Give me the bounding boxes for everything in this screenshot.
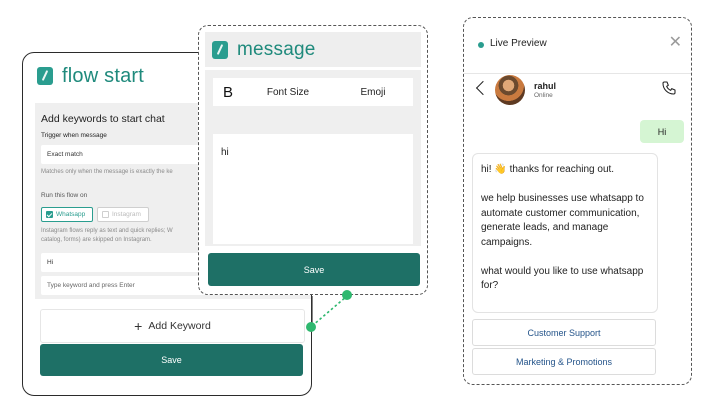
run-on-label: Run this flow on <box>41 192 88 199</box>
font-size-button[interactable]: Font Size <box>243 87 333 98</box>
quick-reply-customer-support[interactable]: Customer Support <box>472 319 656 346</box>
live-preview-title: Live Preview <box>490 38 547 49</box>
instagram-note-line1: Instagram flows reply as text and quick … <box>41 228 173 234</box>
live-status-dot-icon <box>478 42 484 48</box>
connector-end-handle[interactable] <box>342 290 352 300</box>
incoming-message-bubble: hi! 👋 thanks for reaching out. we help b… <box>472 153 658 313</box>
section-title: Add keywords to start chat <box>41 113 165 125</box>
channel-instagram-checkbox[interactable]: Instagram <box>97 207 149 222</box>
contact-avatar <box>495 75 525 105</box>
quick-reply-marketing[interactable]: Marketing & Promotions <box>472 348 656 375</box>
checkbox-unchecked-icon <box>102 211 109 218</box>
message-node-icon <box>212 40 228 59</box>
flow-save-button[interactable]: Save <box>40 344 303 376</box>
message-title: message <box>237 38 316 60</box>
checkbox-checked-icon <box>46 211 53 218</box>
close-icon[interactable]: ✕ <box>669 35 682 51</box>
add-keyword-button[interactable]: + Add Keyword <box>40 309 305 343</box>
live-preview-header: Live Preview ✕ <box>464 18 691 74</box>
add-keyword-label: Add Keyword <box>148 320 211 332</box>
instagram-note-line2: catalog, forms) are skipped on Instagram… <box>41 237 152 243</box>
back-arrow-icon[interactable] <box>475 80 491 96</box>
trigger-label: Trigger when message <box>41 132 107 139</box>
trigger-help-text: Matches only when the message is exactly… <box>41 169 173 175</box>
message-line: what would you like to use whatsapp for? <box>481 265 644 292</box>
plus-icon: + <box>134 318 143 334</box>
outgoing-message-bubble: Hi <box>640 120 684 143</box>
chat-header: rahul Online <box>464 73 691 113</box>
message-save-button[interactable]: Save <box>208 253 420 286</box>
channel-label: Whatsapp <box>56 211 86 218</box>
connector-start-handle[interactable] <box>306 322 316 332</box>
phone-icon[interactable] <box>661 80 677 96</box>
flow-node-icon <box>37 67 53 85</box>
bold-button[interactable]: B <box>213 84 243 101</box>
emoji-button[interactable]: Emoji <box>333 87 413 98</box>
message-editor-panel: B Font Size Emoji hi <box>205 70 421 246</box>
channel-label: Instagram <box>112 211 141 218</box>
flow-start-title: flow start <box>62 64 145 87</box>
message-line: we help businesses use whatsapp to autom… <box>481 193 644 248</box>
message-card: message B Font Size Emoji hi Save <box>198 25 428 295</box>
channel-whatsapp-checkbox[interactable]: Whatsapp <box>41 207 93 222</box>
contact-status: Online <box>534 92 553 99</box>
message-text-editor[interactable]: hi <box>213 134 413 244</box>
message-line: hi! 👋 thanks for reaching out. <box>481 164 615 175</box>
live-preview-card: Live Preview ✕ rahul Online Hi hi! 👋 tha… <box>463 17 692 385</box>
contact-name: rahul <box>534 81 557 91</box>
message-header: message <box>205 32 421 67</box>
formatting-toolbar: B Font Size Emoji <box>213 78 413 106</box>
